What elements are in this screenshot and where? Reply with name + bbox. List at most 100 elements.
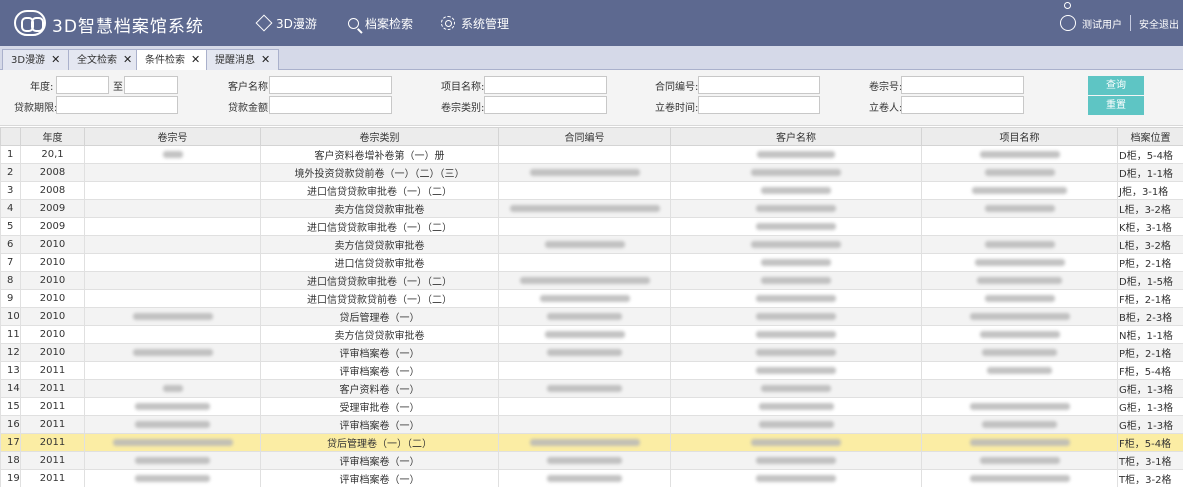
row-index: 1 xyxy=(0,145,21,164)
cell-file-type: 贷后管理卷（一）（二） xyxy=(260,433,499,452)
cell-year: 2011 xyxy=(20,469,85,487)
cell-file-no xyxy=(84,217,261,236)
cell-file-no xyxy=(84,343,261,362)
row-index: 16 xyxy=(0,415,21,434)
table-row[interactable]: 1 20,1 客户资料卷增补卷第（一）册 D柜，5-4格 xyxy=(0,145,1183,164)
table-row[interactable]: 9 2010 进口信贷贷款贷前卷（一）（二） F柜，2-1格 xyxy=(0,289,1183,308)
redacted-text xyxy=(539,294,630,302)
nav-3d-tour[interactable]: 3D漫游 xyxy=(255,0,317,46)
label-year: 年度: xyxy=(30,82,54,93)
cell-contract-no xyxy=(498,343,671,362)
table-row[interactable]: 8 2010 进口信贷贷款审批卷（一）（二） D柜，1-5格 xyxy=(0,271,1183,290)
cell-contract-no xyxy=(498,271,671,290)
col-file-type[interactable]: 卷宗类别 xyxy=(260,127,499,146)
cell-file-no xyxy=(84,379,261,398)
redacted-text xyxy=(969,312,1070,320)
col-contract-no[interactable]: 合同编号 xyxy=(498,127,671,146)
cell-location: P柜，2-1格 xyxy=(1117,343,1183,362)
tab-condition-search[interactable]: 条件检索 ✕ xyxy=(136,49,210,71)
file-no-input[interactable] xyxy=(901,76,1024,94)
table-row[interactable]: 19 2011 评审档案卷（一） T柜，3-2格 xyxy=(0,469,1183,487)
cell-year: 2010 xyxy=(20,235,85,254)
col-file-no[interactable]: 卷宗号 xyxy=(84,127,261,146)
table-row[interactable]: 5 2009 进口信贷贷款审批卷（一）（二） K柜，3-1格 xyxy=(0,217,1183,236)
table-row[interactable]: 12 2010 评审档案卷（一） P柜，2-1格 xyxy=(0,343,1183,362)
row-index: 6 xyxy=(0,235,21,254)
nav-archive-search[interactable]: 档案检索 xyxy=(348,0,413,46)
table-row[interactable]: 13 2011 评审档案卷（一） F柜，5-4格 xyxy=(0,361,1183,380)
year-to-input[interactable] xyxy=(124,76,178,94)
cell-year: 20,1 xyxy=(20,145,85,164)
redacted-text xyxy=(756,312,836,320)
cell-location: P柜，2-1格 xyxy=(1117,253,1183,272)
tab-label: 全文检索 xyxy=(77,55,117,66)
table-row[interactable]: 3 2008 进口信贷贷款审批卷（一）（二） J柜，3-1格 xyxy=(0,181,1183,200)
table-row[interactable]: 10 2010 贷后管理卷（一） B柜，2-3格 xyxy=(0,307,1183,326)
nav-system-admin[interactable]: 系统管理 xyxy=(441,0,509,46)
compass-icon xyxy=(255,14,273,32)
file-time-input[interactable] xyxy=(698,96,820,114)
col-year[interactable]: 年度 xyxy=(20,127,85,146)
table-row[interactable]: 14 2011 客户资料卷（一） G柜，1-3格 xyxy=(0,379,1183,398)
row-index: 5 xyxy=(0,217,21,236)
logout-link[interactable]: 安全退出 xyxy=(1139,16,1179,31)
loan-term-input[interactable] xyxy=(56,96,178,114)
table-row[interactable]: 7 2010 进口信贷贷款审批卷 P柜，2-1格 xyxy=(0,253,1183,272)
cell-project-name xyxy=(921,145,1118,164)
loan-amount-input[interactable] xyxy=(269,96,392,114)
redacted-text xyxy=(969,474,1070,482)
project-name-input[interactable] xyxy=(484,76,607,94)
table-row[interactable]: 6 2010 卖方信贷贷款审批卷 L柜，3-2格 xyxy=(0,235,1183,254)
col-customer-name[interactable]: 客户名称 xyxy=(670,127,922,146)
filter-panel: 年度: 至 客户名称: 项目名称: 合同编号: 卷宗号: 贷款期限: 贷款金额:… xyxy=(0,70,1183,126)
table-row[interactable]: 11 2010 卖方信贷贷款审批卷 N柜，1-1格 xyxy=(0,325,1183,344)
close-icon[interactable]: ✕ xyxy=(123,53,132,66)
tab-3d-tour[interactable]: 3D漫游 ✕ xyxy=(2,49,70,70)
close-icon[interactable]: ✕ xyxy=(261,53,270,66)
file-type-input[interactable] xyxy=(484,96,607,114)
tab-fulltext-search[interactable]: 全文检索 ✕ xyxy=(68,49,142,70)
cell-year: 2011 xyxy=(20,433,85,452)
cell-location: N柜，1-1格 xyxy=(1117,325,1183,344)
redacted-text xyxy=(132,312,213,320)
table-row[interactable]: 17 2011 贷后管理卷（一）（二） F柜，5-4格 xyxy=(0,433,1183,452)
close-icon[interactable]: ✕ xyxy=(191,53,200,66)
cell-project-name xyxy=(921,469,1118,487)
table-row[interactable]: 15 2011 受理审批卷（一） G柜，1-3格 xyxy=(0,397,1183,416)
cell-location: T柜，3-1格 xyxy=(1117,451,1183,470)
app-title: 3D智慧档案馆系统 xyxy=(52,17,204,37)
cell-contract-no xyxy=(498,181,671,200)
contract-no-input[interactable] xyxy=(698,76,820,94)
table-row[interactable]: 18 2011 评审档案卷（一） T柜，3-1格 xyxy=(0,451,1183,470)
table-row[interactable]: 4 2009 卖方信贷贷款审批卷 L柜，3-2格 xyxy=(0,199,1183,218)
cell-year: 2008 xyxy=(20,181,85,200)
label-file-time: 立卷时间: xyxy=(655,103,699,114)
cell-customer-name xyxy=(670,451,922,470)
table-row[interactable]: 2 2008 境外投资贷款贷前卷（一）（二）（三） D柜，1-1格 xyxy=(0,163,1183,182)
redacted-text xyxy=(972,186,1067,194)
redacted-text xyxy=(756,330,836,338)
col-location[interactable]: 档案位置 xyxy=(1117,127,1183,146)
customer-name-input[interactable] xyxy=(269,76,392,94)
cell-project-name xyxy=(921,235,1118,254)
table-header: 年度 卷宗号 卷宗类别 合同编号 客户名称 项目名称 档案位置 xyxy=(0,127,1183,146)
cell-file-type: 进口信贷贷款审批卷（一）（二） xyxy=(260,217,499,236)
year-from-input[interactable] xyxy=(56,76,109,94)
filer-input[interactable] xyxy=(901,96,1024,114)
redacted-text xyxy=(969,402,1070,410)
close-icon[interactable]: ✕ xyxy=(51,53,60,66)
cell-location: F柜，5-4格 xyxy=(1117,361,1183,380)
user-name[interactable]: 测试用户 xyxy=(1082,16,1122,31)
reset-button[interactable]: 重置 xyxy=(1088,96,1144,115)
col-project-name[interactable]: 项目名称 xyxy=(921,127,1118,146)
redacted-text xyxy=(519,276,650,284)
cell-project-name xyxy=(921,181,1118,200)
table-row[interactable]: 16 2011 评审档案卷（一） G柜，1-3格 xyxy=(0,415,1183,434)
divider xyxy=(1130,15,1131,31)
tab-reminders[interactable]: 提醒消息 ✕ xyxy=(206,49,280,70)
cell-file-type: 客户资料卷（一） xyxy=(260,379,499,398)
cell-contract-no xyxy=(498,415,671,434)
query-button[interactable]: 查询 xyxy=(1088,76,1144,95)
row-index: 13 xyxy=(0,361,21,380)
cell-customer-name xyxy=(670,469,922,487)
